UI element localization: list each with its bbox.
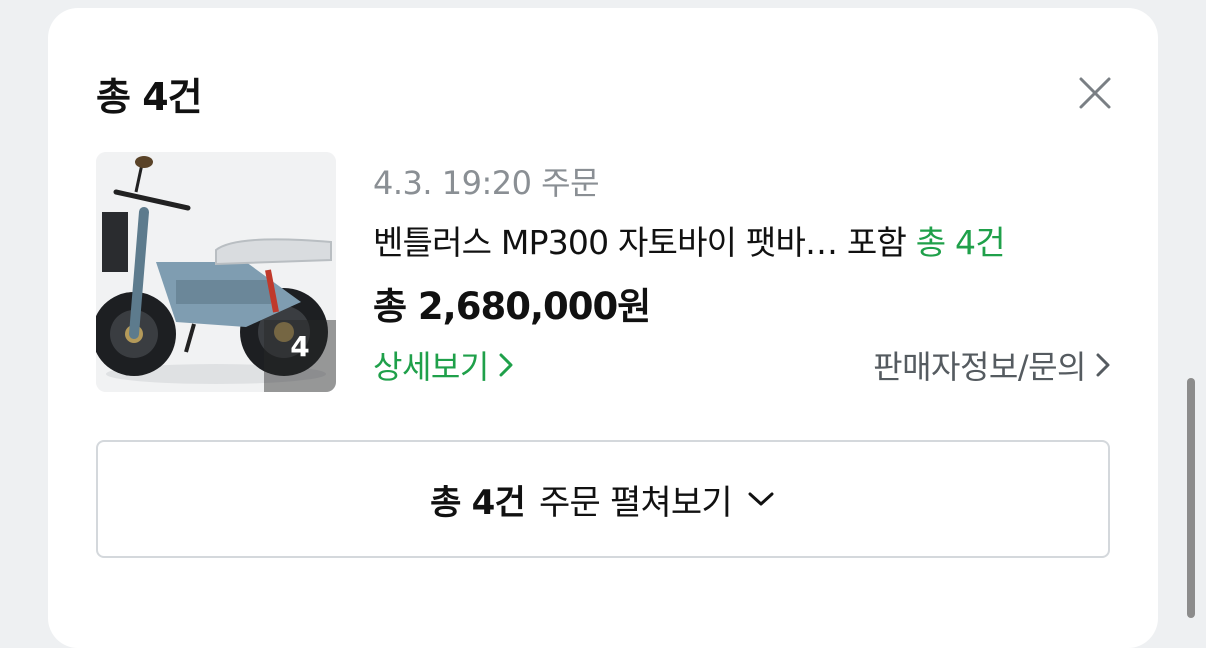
product-thumbnail[interactable]: 4 bbox=[96, 152, 336, 392]
seller-info-label: 판매자정보/문의 bbox=[873, 348, 1086, 386]
order-date: 4.3. 19:20 주문 bbox=[373, 164, 600, 202]
product-title-line: 벤틀러스 MP300 자토바이 팻바… 포함 총 4건 bbox=[373, 216, 1006, 264]
chevron-right-icon bbox=[1096, 353, 1110, 377]
view-details-label: 상세보기 bbox=[373, 348, 489, 386]
total-price: 총 2,680,000원 bbox=[373, 285, 651, 328]
seller-info-link[interactable]: 판매자정보/문의 bbox=[873, 342, 1112, 388]
close-button[interactable] bbox=[1076, 74, 1114, 112]
product-name: 벤틀러스 MP300 자토바이 팻바… 포함 bbox=[373, 223, 907, 262]
view-details-link[interactable]: 상세보기 bbox=[373, 342, 515, 388]
item-count-badge: 총 4건 bbox=[915, 223, 1006, 262]
expand-orders-button[interactable]: 총 4건 주문 펼쳐보기 bbox=[96, 440, 1110, 558]
chevron-right-icon bbox=[499, 353, 513, 377]
thumbnail-item-count: 4 bbox=[264, 320, 336, 392]
close-icon bbox=[1079, 77, 1111, 109]
expand-orders-count: 총 4건 bbox=[430, 482, 526, 523]
order-summary-card: 총 4건 4 4.3. 19:20 주문 벤틀러스 MP300 자토바이 팻바…… bbox=[48, 8, 1158, 648]
page-title: 총 4건 bbox=[96, 75, 203, 119]
scrollbar[interactable] bbox=[1187, 378, 1195, 618]
expand-orders-label: 주문 펼쳐보기 bbox=[538, 482, 733, 523]
chevron-down-icon bbox=[748, 492, 774, 506]
